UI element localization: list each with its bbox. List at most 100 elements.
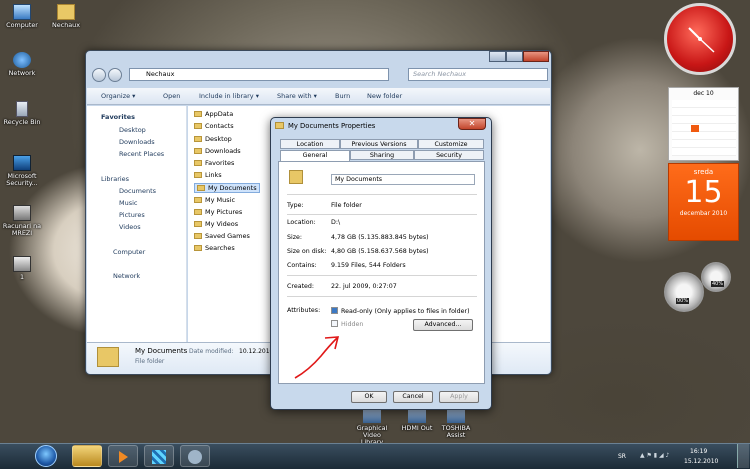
nav-videos[interactable]: Videos [119,223,141,231]
readonly-checkbox[interactable]: Read-only (Only applies to files in fold… [331,307,470,315]
nav-documents[interactable]: Documents [119,187,156,195]
nav-favorites[interactable]: Favorites [101,113,135,121]
folder-icon [194,245,202,251]
icon-label: Racunari na MREZI [2,222,42,237]
include-in-library-button[interactable]: Include in library ▾ [199,92,259,100]
nav-downloads[interactable]: Downloads [119,138,155,146]
tab-location[interactable]: Location [280,139,340,149]
folder-icon [194,172,202,178]
close-button[interactable] [523,51,549,62]
back-button[interactable] [92,68,106,82]
start-button[interactable] [35,445,57,467]
file-name: My Music [205,196,236,204]
general-panel: My Documents Type: File folder Location:… [278,161,485,384]
nav-pictures[interactable]: Pictures [119,211,145,219]
app-icon [152,450,166,464]
list-item[interactable]: Favorites [194,159,234,167]
tab-previous-versions[interactable]: Previous Versions [340,139,418,149]
desktop-icon-toshiba-assist[interactable]: TOSHIBA Assist [436,407,476,439]
search-input[interactable]: Search Nechaux [408,68,548,81]
size-on-disk-value: 4,80 GB (5.158.637.568 bytes) [331,248,429,255]
language-indicator[interactable]: SR [618,453,626,460]
desktop-icon-graphical-video-library[interactable]: Graphical Video Library [352,407,392,446]
taskbar-media-player[interactable] [108,445,138,467]
list-item[interactable]: Contacts [194,122,234,130]
taskbar-explorer[interactable] [72,445,102,467]
list-item[interactable]: Saved Games [194,232,250,240]
forward-button[interactable] [108,68,122,82]
folder-name-input[interactable]: My Documents [331,174,475,185]
folder-icon [194,160,202,166]
file-name: Desktop [205,135,232,143]
list-item-selected[interactable]: My Documents [194,183,260,193]
desktop-icon-nechaux[interactable]: Nechaux [45,4,87,29]
cancel-button[interactable]: Cancel [393,391,433,403]
list-item[interactable]: Desktop [194,135,232,143]
tab-security[interactable]: Security [414,150,484,160]
folder-icon [57,4,75,20]
burn-button[interactable]: Burn [335,92,350,100]
new-folder-button[interactable]: New folder [367,92,402,100]
hidden-checkbox[interactable]: Hidden [331,320,363,328]
desktop-icon-security[interactable]: Microsoft Security... [1,155,43,187]
list-item[interactable]: Searches [194,244,235,252]
desktop-icon-hdmi-out[interactable]: HDMI Out [397,407,437,432]
created-label: Created: [287,283,315,290]
nav-desktop[interactable]: Desktop [119,126,146,134]
list-item[interactable]: My Music [194,196,235,204]
address-bar[interactable]: Nechaux [129,68,389,81]
nav-computer[interactable]: Computer [113,248,145,256]
advanced-button[interactable]: Advanced... [413,319,473,331]
folder-icon [194,136,202,142]
desktop-icon-racunari[interactable]: Racunari na MREZI [1,205,43,237]
taskbar-app-4[interactable] [180,445,210,467]
list-item[interactable]: My Videos [194,220,238,228]
tab-sharing[interactable]: Sharing [350,150,414,160]
nav-libraries[interactable]: Libraries [101,175,129,183]
open-button[interactable]: Open [163,92,180,100]
breadcrumb-nechaux[interactable]: Nechaux [146,70,175,78]
minimize-button[interactable] [489,51,506,62]
tray-time[interactable]: 16:19 [690,448,707,455]
clock-gadget[interactable] [664,3,736,75]
clock-hands [688,27,715,53]
maximize-button[interactable] [506,51,523,62]
hidden-label: Hidden [341,321,364,328]
calendar-gadget[interactable]: dec 10 sreda 15 decembar 2010 [668,87,739,241]
memory-gauge[interactable]: 40% [701,262,731,292]
list-item[interactable]: My Pictures [194,208,242,216]
folder-icon [275,122,284,129]
tray-icons[interactable]: ▲ ⚑ ▮ ◢ ♪ [640,452,669,459]
tray-date[interactable]: 15.12.2010 [684,458,718,465]
desktop-icon-1[interactable]: 1 [1,256,43,281]
dialog-title: My Documents Properties [288,122,376,130]
list-item[interactable]: Links [194,171,222,179]
dialog-close-button[interactable]: ✕ [458,118,486,130]
ok-button[interactable]: OK [351,391,387,403]
calendar-month-view: dec 10 [668,87,739,161]
checkbox-indeterminate-icon [331,307,338,314]
file-name: Searches [205,244,235,252]
list-item[interactable]: AppData [194,110,233,118]
desktop-icon-recycle-bin[interactable]: Recycle Bin [1,101,43,126]
nav-music[interactable]: Music [119,199,138,207]
nav-recent-places[interactable]: Recent Places [119,150,164,158]
list-item[interactable]: Downloads [194,147,241,155]
day-number: 15 [684,175,723,210]
organize-button[interactable]: Organize ▾ [101,92,135,100]
desktop-icon-computer[interactable]: Computer [1,4,43,29]
network-icon [13,52,31,68]
taskbar-app-3[interactable] [144,445,174,467]
apply-button[interactable]: Apply [439,391,479,403]
file-name: My Videos [205,220,239,228]
cpu-gauge[interactable]: 00% [664,272,704,312]
details-modified: 10.12.2010 [239,348,274,355]
tab-customize[interactable]: Customize [418,139,484,149]
share-with-button[interactable]: Share with ▾ [277,92,317,100]
folder-icon [194,209,202,215]
nav-network[interactable]: Network [113,272,140,280]
desktop-icon-network[interactable]: Network [1,52,43,77]
show-desktop-button[interactable] [737,444,749,468]
icon-label: Network [8,69,36,77]
file-name: AppData [205,110,234,118]
